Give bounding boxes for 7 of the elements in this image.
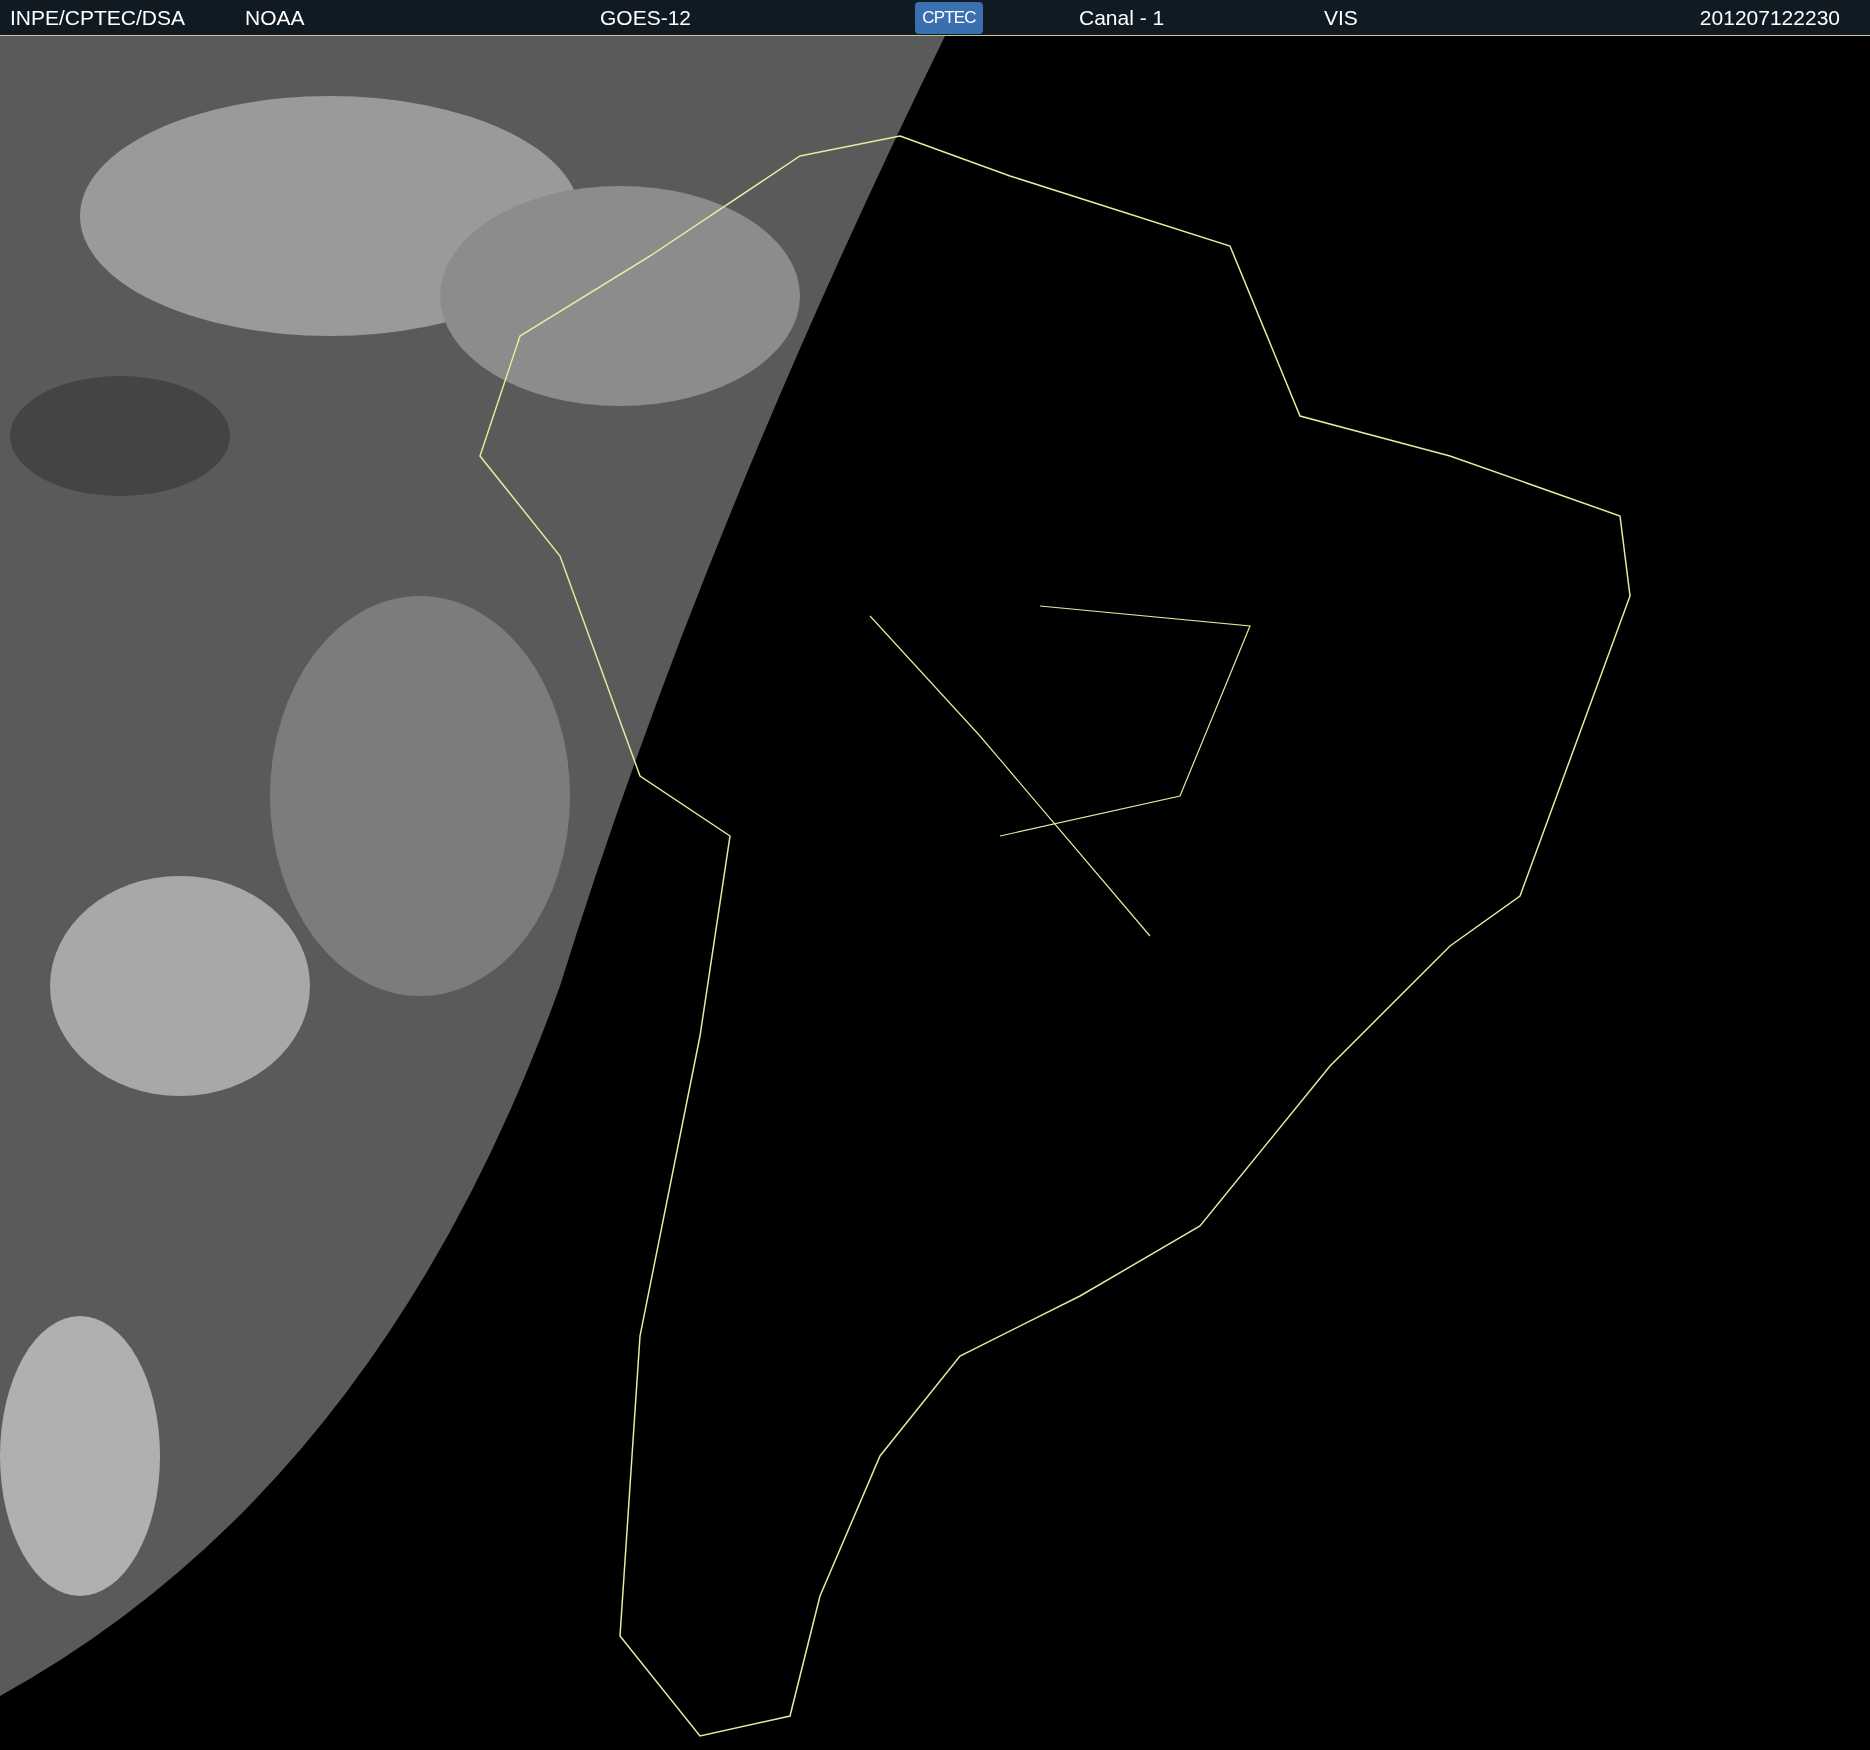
agency-label: NOAA: [245, 4, 306, 31]
channel-label: Canal - 1: [1079, 4, 1166, 31]
logo: CPTEC: [915, 1, 983, 34]
band-label: VIS: [1324, 4, 1359, 31]
timestamp-label: 201207122230: [1699, 4, 1840, 31]
satellite-label: GOES-12: [600, 4, 693, 31]
source-label: INPE/CPTEC/DSA: [10, 4, 187, 31]
